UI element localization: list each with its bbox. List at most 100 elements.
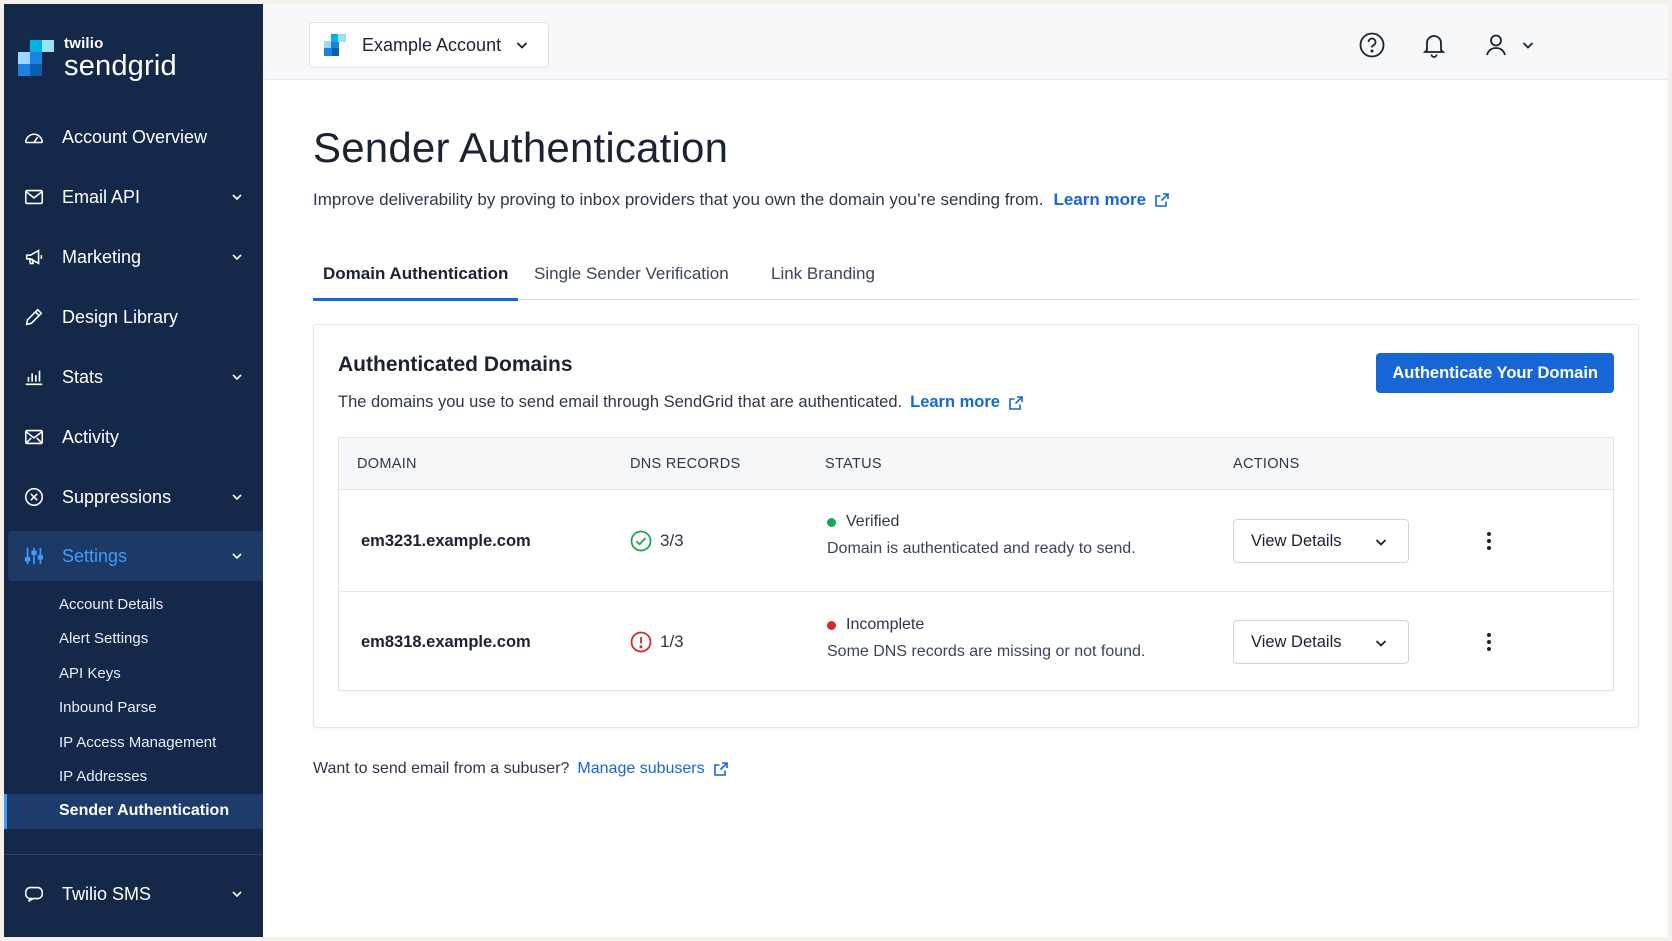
page-intro: Improve deliverability by proving to inb… xyxy=(313,190,1170,210)
chevron-down-icon xyxy=(232,494,242,501)
app-window: twilio sendgrid Account Overview Email A… xyxy=(4,4,1668,937)
card-description: The domains you use to send email throug… xyxy=(338,393,1024,412)
domain-name: em8318.example.com xyxy=(361,632,531,651)
tab-single-sender-verification[interactable]: Single Sender Verification xyxy=(534,248,729,300)
view-details-label: View Details xyxy=(1251,531,1342,550)
sliders-icon xyxy=(22,544,46,568)
dns-records-count: 3/3 xyxy=(660,531,684,550)
more-options-icon[interactable] xyxy=(1479,630,1499,654)
submenu-item-api-keys[interactable]: API Keys xyxy=(59,656,263,691)
column-header-domain[interactable]: DOMAIN xyxy=(357,438,417,490)
sidebar-item-label: Design Library xyxy=(62,306,179,327)
bell-icon[interactable] xyxy=(1419,30,1449,60)
sidebar-item-label: Suppressions xyxy=(62,486,172,507)
sidebar-item-stats[interactable]: Stats xyxy=(4,347,263,407)
submenu-item-account-details[interactable]: Account Details xyxy=(59,587,263,622)
subuser-note: Want to send email from a subuser? Manag… xyxy=(313,760,729,778)
external-link-icon xyxy=(1009,395,1023,410)
help-icon[interactable] xyxy=(1357,30,1387,60)
chevron-down-icon xyxy=(516,42,528,49)
manage-subusers-label: Manage subusers xyxy=(577,760,705,777)
learn-more-label: Learn more xyxy=(1053,190,1147,209)
sendgrid-logo[interactable]: twilio sendgrid xyxy=(18,30,177,86)
view-details-label: View Details xyxy=(1251,632,1342,651)
more-options-icon[interactable] xyxy=(1479,529,1499,553)
main-content: Sender Authentication Improve deliverabi… xyxy=(263,80,1668,937)
status-description: Some DNS records are missing or not foun… xyxy=(827,643,1146,660)
chat-bubble-icon xyxy=(22,882,46,906)
card-title: Authenticated Domains xyxy=(338,353,573,376)
tab-link-branding[interactable]: Link Branding xyxy=(771,248,875,300)
chevron-down-icon xyxy=(1375,640,1387,647)
status-cell: Incomplete Some DNS records are missing … xyxy=(827,616,1145,661)
learn-more-link[interactable]: Learn more xyxy=(910,393,1024,412)
sidebar-item-label: Marketing xyxy=(62,246,142,267)
submenu-item-ip-access-management[interactable]: IP Access Management xyxy=(59,725,263,760)
settings-submenu: Account Details Alert Settings API Keys … xyxy=(4,587,263,829)
chevron-down-icon xyxy=(232,254,242,261)
account-name: Example Account xyxy=(362,34,502,55)
logo-text-bottom: sendgrid xyxy=(64,49,177,82)
sidebar-item-label: Settings xyxy=(62,545,128,566)
domain-name: em3231.example.com xyxy=(361,531,531,550)
status-dot-icon xyxy=(827,517,836,527)
column-header-status[interactable]: STATUS xyxy=(825,438,882,490)
sidebar-item-label: Stats xyxy=(62,366,104,387)
submenu-item-sender-authentication[interactable]: Sender Authentication xyxy=(4,794,263,829)
sidebar-item-label: Activity xyxy=(62,426,120,447)
bar-chart-icon xyxy=(22,365,46,389)
chevron-down-icon xyxy=(1375,539,1387,546)
chevron-down-icon xyxy=(232,374,242,381)
view-details-dropdown[interactable]: View Details xyxy=(1233,519,1409,563)
sidebar-item-label: Email API xyxy=(62,186,141,207)
dashboard-icon xyxy=(22,125,46,149)
page-title: Sender Authentication xyxy=(313,124,729,171)
dns-records-cell: 3/3 xyxy=(630,491,684,591)
megaphone-icon xyxy=(22,245,46,269)
sidebar-item-email-api[interactable]: Email API xyxy=(4,167,263,227)
sidebar-item-activity[interactable]: Activity xyxy=(4,407,263,467)
account-switcher[interactable]: Example Account xyxy=(309,22,549,68)
sidebar-item-settings[interactable]: Settings xyxy=(8,531,263,581)
sidebar: twilio sendgrid Account Overview Email A… xyxy=(4,4,263,937)
chevron-down-icon xyxy=(232,194,242,201)
logo-text-top: twilio xyxy=(64,34,104,52)
status-badge: Verified xyxy=(827,513,899,531)
external-link-icon xyxy=(713,762,728,776)
view-details-dropdown[interactable]: View Details xyxy=(1233,620,1409,664)
authenticate-domain-button[interactable]: Authenticate Your Domain xyxy=(1376,353,1614,393)
tab-domain-authentication[interactable]: Domain Authentication xyxy=(313,248,519,301)
tab-label: Single Sender Verification xyxy=(534,264,729,283)
dns-records-cell: 1/3 xyxy=(630,592,684,692)
submenu-item-inbound-parse[interactable]: Inbound Parse xyxy=(59,691,263,726)
sidebar-item-account-overview[interactable]: Account Overview xyxy=(4,107,263,167)
authenticated-domains-card: Authenticated Domains The domains you us… xyxy=(313,324,1639,728)
submenu-item-ip-addresses[interactable]: IP Addresses xyxy=(59,760,263,795)
chevron-down-icon xyxy=(232,553,242,560)
check-circle-icon xyxy=(630,530,652,552)
column-header-dns-records[interactable]: DNS RECORDS xyxy=(630,438,740,490)
alert-circle-icon xyxy=(630,631,652,653)
circle-x-icon xyxy=(22,485,46,509)
sidebar-nav: Account Overview Email API Marketing Des… xyxy=(4,107,263,829)
status-description: Domain is authenticated and ready to sen… xyxy=(827,540,1136,557)
sidebar-item-label: Account Overview xyxy=(62,126,208,147)
dns-records-count: 1/3 xyxy=(660,632,684,651)
card-description-text: The domains you use to send email throug… xyxy=(338,393,903,411)
sidebar-item-marketing[interactable]: Marketing xyxy=(4,227,263,287)
sidebar-item-design-library[interactable]: Design Library xyxy=(4,287,263,347)
sidebar-item-suppressions[interactable]: Suppressions xyxy=(4,467,263,527)
status-label: Verified xyxy=(846,513,900,530)
tab-bar: Domain Authentication Single Sender Veri… xyxy=(313,248,1639,301)
chevron-down-icon[interactable] xyxy=(1521,38,1535,52)
status-dot-icon xyxy=(827,620,836,630)
submenu-item-alert-settings[interactable]: Alert Settings xyxy=(59,622,263,657)
user-icon[interactable] xyxy=(1481,30,1511,60)
tab-label: Link Branding xyxy=(771,264,875,283)
learn-more-link[interactable]: Learn more xyxy=(1053,190,1170,210)
sidebar-item-twilio-sms[interactable]: Twilio SMS xyxy=(4,864,263,924)
learn-more-label: Learn more xyxy=(910,393,1000,411)
table-header: DOMAIN DNS RECORDS STATUS ACTIONS xyxy=(339,438,1613,490)
manage-subusers-link[interactable]: Manage subusers xyxy=(577,760,728,778)
table-row: em3231.example.com 3/3 Verified Domain i… xyxy=(339,491,1613,591)
